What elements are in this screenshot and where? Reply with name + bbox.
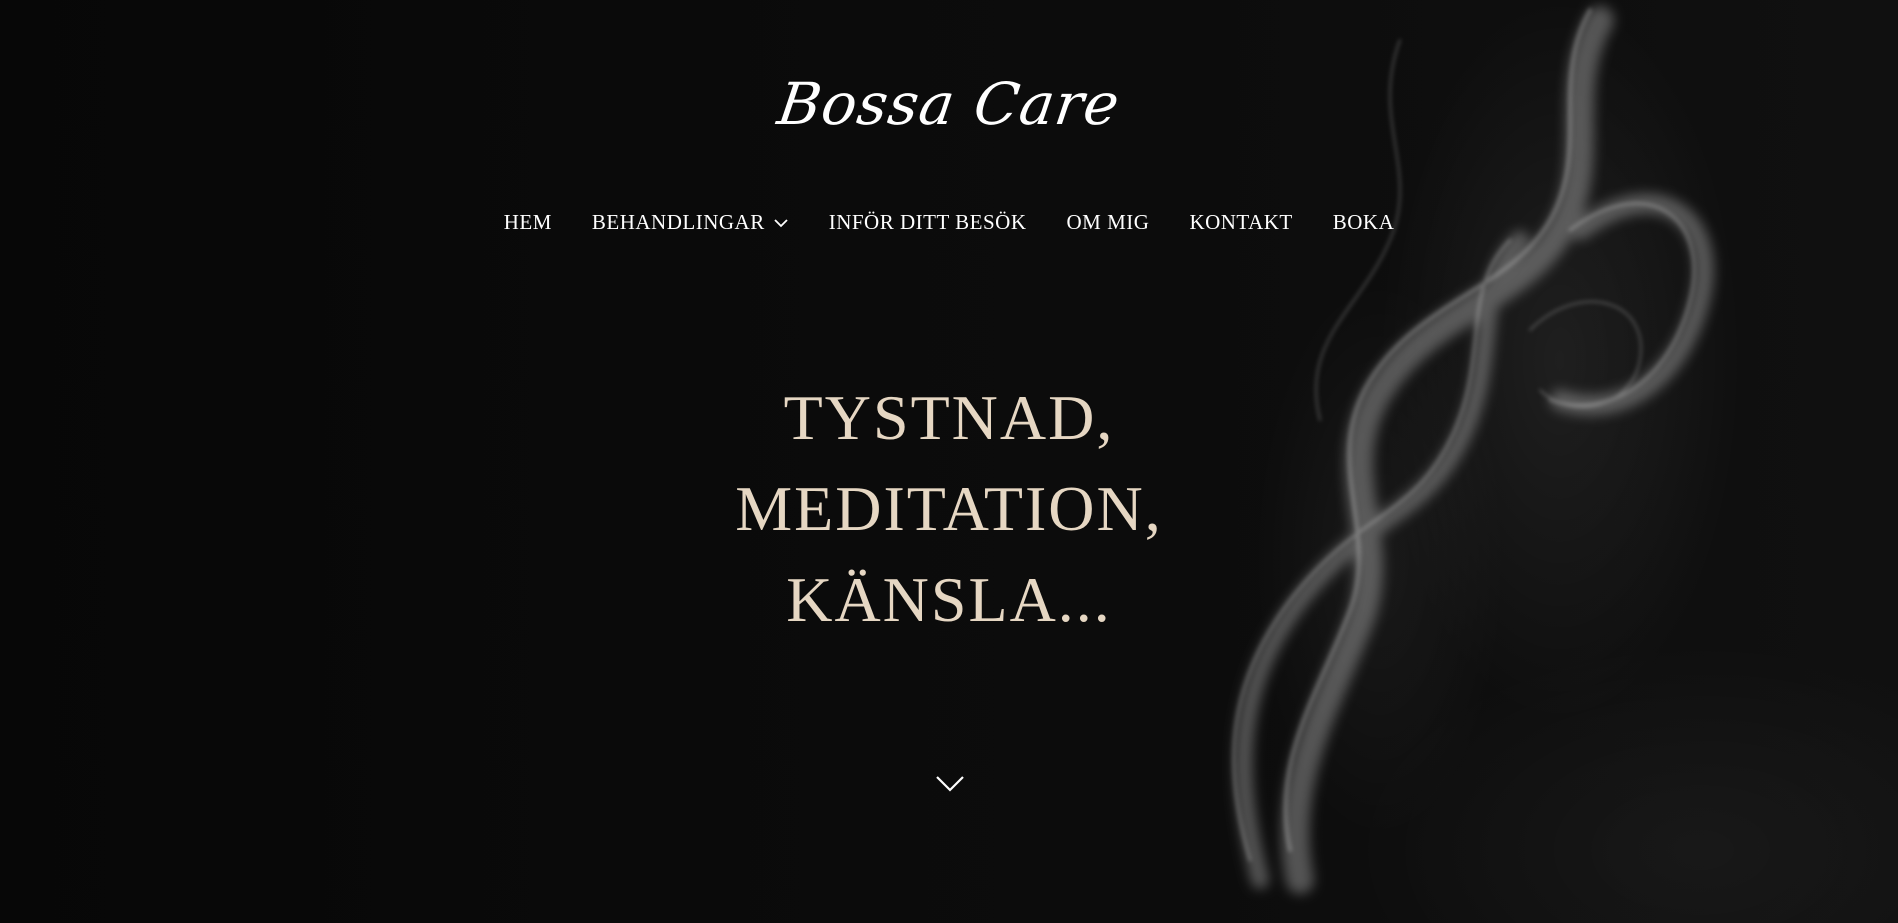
nav-item-hem[interactable]: HEM [504,210,552,235]
nav-item-label: BEHANDLINGAR [591,210,765,234]
nav-item-behandlingar[interactable]: BEHANDLINGAR [592,210,789,235]
hero-headline: TYSTNAD, MEDITATION, KÄNSLA... [0,372,1898,645]
nav-item-label: KONTAKT [1189,210,1293,234]
headline-line-2: MEDITATION, [735,473,1163,544]
headline-line-1: TYSTNAD, [783,382,1115,453]
nav-item-boka[interactable]: BOKA [1333,210,1395,235]
headline-line-3: KÄNSLA... [786,564,1112,635]
nav-item-kontakt[interactable]: KONTAKT [1189,210,1292,235]
nav-item-label: BOKA [1332,210,1395,234]
nav-item-label: OM MIG [1066,210,1150,234]
nav-item-om-mig[interactable]: OM MIG [1067,210,1150,235]
nav-item-label: HEM [503,210,552,234]
scroll-down-chevron-icon[interactable] [935,772,965,796]
nav-item-infor-ditt-besok[interactable]: INFÖR DITT BESÖK [829,210,1027,235]
hero-section: Bossa Care HEM BEHANDLINGAR INFÖR DITT B… [0,0,1898,923]
site-logo[interactable]: Bossa Care [0,70,1898,138]
chevron-down-icon [774,218,788,227]
nav-item-label: INFÖR DITT BESÖK [828,210,1027,234]
main-navigation: HEM BEHANDLINGAR INFÖR DITT BESÖK OM MIG… [0,210,1898,235]
